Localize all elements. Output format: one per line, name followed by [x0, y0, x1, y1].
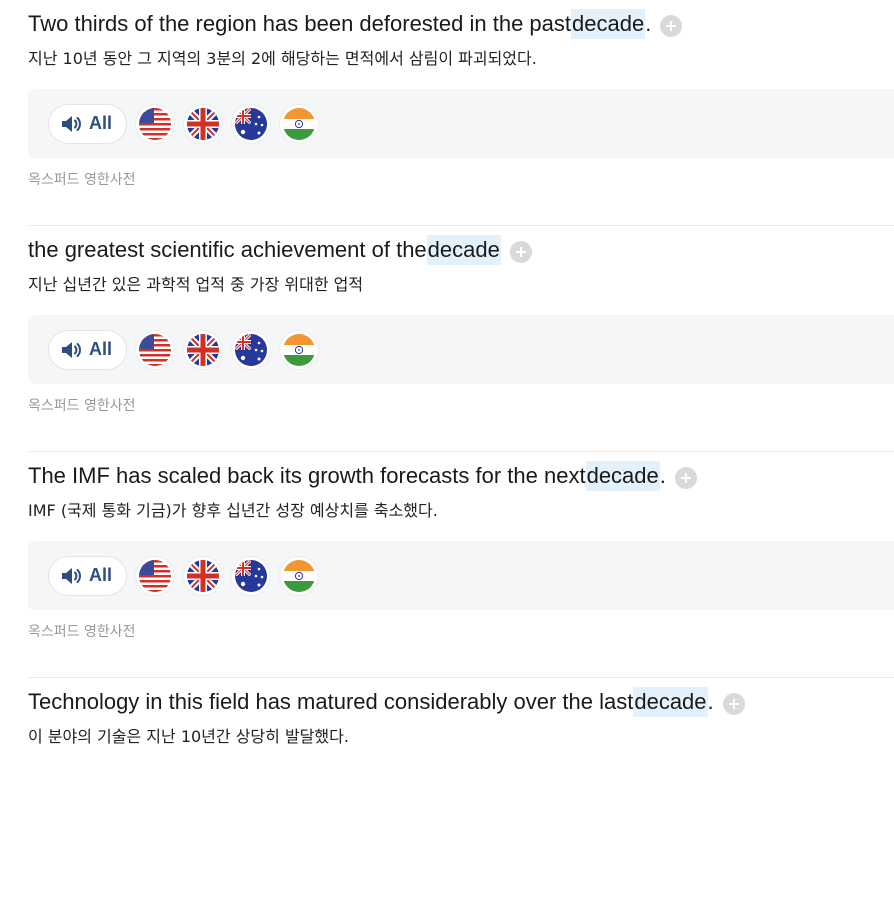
example-sentence-list: Two thirds of the region has been defore…: [0, 0, 894, 904]
us-pronunciation-button[interactable]: [135, 103, 176, 144]
example-entry: Two thirds of the region has been defore…: [0, 0, 894, 226]
sentence-text: The IMF has scaled back its growth forec…: [28, 463, 586, 488]
sentence-text: the greatest scientific achievement of t…: [28, 237, 427, 262]
highlighted-keyword[interactable]: decade: [633, 687, 708, 717]
example-entry: The IMF has scaled back its growth forec…: [0, 451, 894, 678]
speaker-icon: [62, 341, 81, 358]
pronunciation-bar: All: [28, 315, 894, 384]
au-flag-icon: [235, 559, 268, 592]
sentence-text: Two thirds of the region has been defore…: [28, 11, 572, 36]
korean-translation: 이 분야의 기술은 지난 10년간 상당히 발달했다.: [28, 727, 349, 746]
sentence-text-end: .: [707, 689, 714, 714]
add-to-wordbook-button[interactable]: [722, 693, 745, 715]
us-pronunciation-button[interactable]: [135, 555, 176, 596]
in-pronunciation-button[interactable]: [279, 329, 320, 370]
in-flag-icon: [283, 333, 316, 366]
sentence-text-end: .: [645, 11, 652, 36]
au-flag-icon: [235, 333, 268, 366]
add-to-wordbook-button[interactable]: [674, 467, 697, 489]
source-label: 옥스퍼드 영한사전: [28, 624, 136, 640]
us-flag-icon: [139, 333, 172, 366]
highlighted-keyword[interactable]: decade: [426, 235, 501, 265]
korean-translation: 지난 10년 동안 그 지역의 3분의 2에 해당하는 면적에서 삼림이 파괴되…: [28, 49, 537, 68]
au-pronunciation-button[interactable]: [231, 103, 272, 144]
us-flag-icon: [139, 107, 172, 140]
pronunciation-bar: All: [28, 541, 894, 610]
korean-translation: IMF (국제 통화 기금)가 향후 십년간 성장 예상치를 축소했다.: [28, 501, 438, 520]
english-sentence: Two thirds of the region has been defore…: [28, 0, 894, 39]
speaker-icon: [62, 567, 81, 584]
us-flag-icon: [139, 559, 172, 592]
sentence-text-end: .: [659, 463, 666, 488]
english-sentence: the greatest scientific achievement of t…: [28, 226, 894, 265]
source-label: 옥스퍼드 영한사전: [28, 172, 136, 188]
au-pronunciation-button[interactable]: [231, 329, 272, 370]
sentence-text: Technology in this field has matured con…: [28, 689, 634, 714]
in-flag-icon: [283, 559, 316, 592]
uk-pronunciation-button[interactable]: [183, 329, 224, 370]
in-flag-icon: [283, 107, 316, 140]
example-entry: the greatest scientific achievement of t…: [0, 225, 894, 452]
highlighted-keyword[interactable]: decade: [571, 9, 646, 39]
korean-translation: 지난 십년간 있은 과학적 업적 중 가장 위대한 업적: [28, 275, 364, 294]
au-pronunciation-button[interactable]: [231, 555, 272, 596]
uk-flag-icon: [187, 107, 220, 140]
in-pronunciation-button[interactable]: [279, 103, 320, 144]
play-all-button[interactable]: All: [48, 103, 128, 144]
speaker-icon: [62, 115, 81, 132]
in-pronunciation-button[interactable]: [279, 555, 320, 596]
add-to-wordbook-button[interactable]: [509, 241, 532, 263]
english-sentence: Technology in this field has matured con…: [28, 678, 894, 717]
uk-flag-icon: [187, 333, 220, 366]
play-all-button[interactable]: All: [48, 329, 128, 370]
english-sentence: The IMF has scaled back its growth forec…: [28, 452, 894, 491]
au-flag-icon: [235, 107, 268, 140]
uk-flag-icon: [187, 559, 220, 592]
play-all-label: All: [89, 565, 113, 585]
play-all-label: All: [89, 113, 113, 133]
play-all-label: All: [89, 339, 113, 359]
us-pronunciation-button[interactable]: [135, 329, 176, 370]
uk-pronunciation-button[interactable]: [183, 555, 224, 596]
uk-pronunciation-button[interactable]: [183, 103, 224, 144]
pronunciation-bar: All: [28, 89, 894, 158]
highlighted-keyword[interactable]: decade: [585, 461, 660, 491]
add-to-wordbook-button[interactable]: [660, 15, 683, 37]
example-entry: Technology in this field has matured con…: [0, 677, 894, 904]
source-label: 옥스퍼드 영한사전: [28, 398, 136, 414]
play-all-button[interactable]: All: [48, 555, 128, 596]
